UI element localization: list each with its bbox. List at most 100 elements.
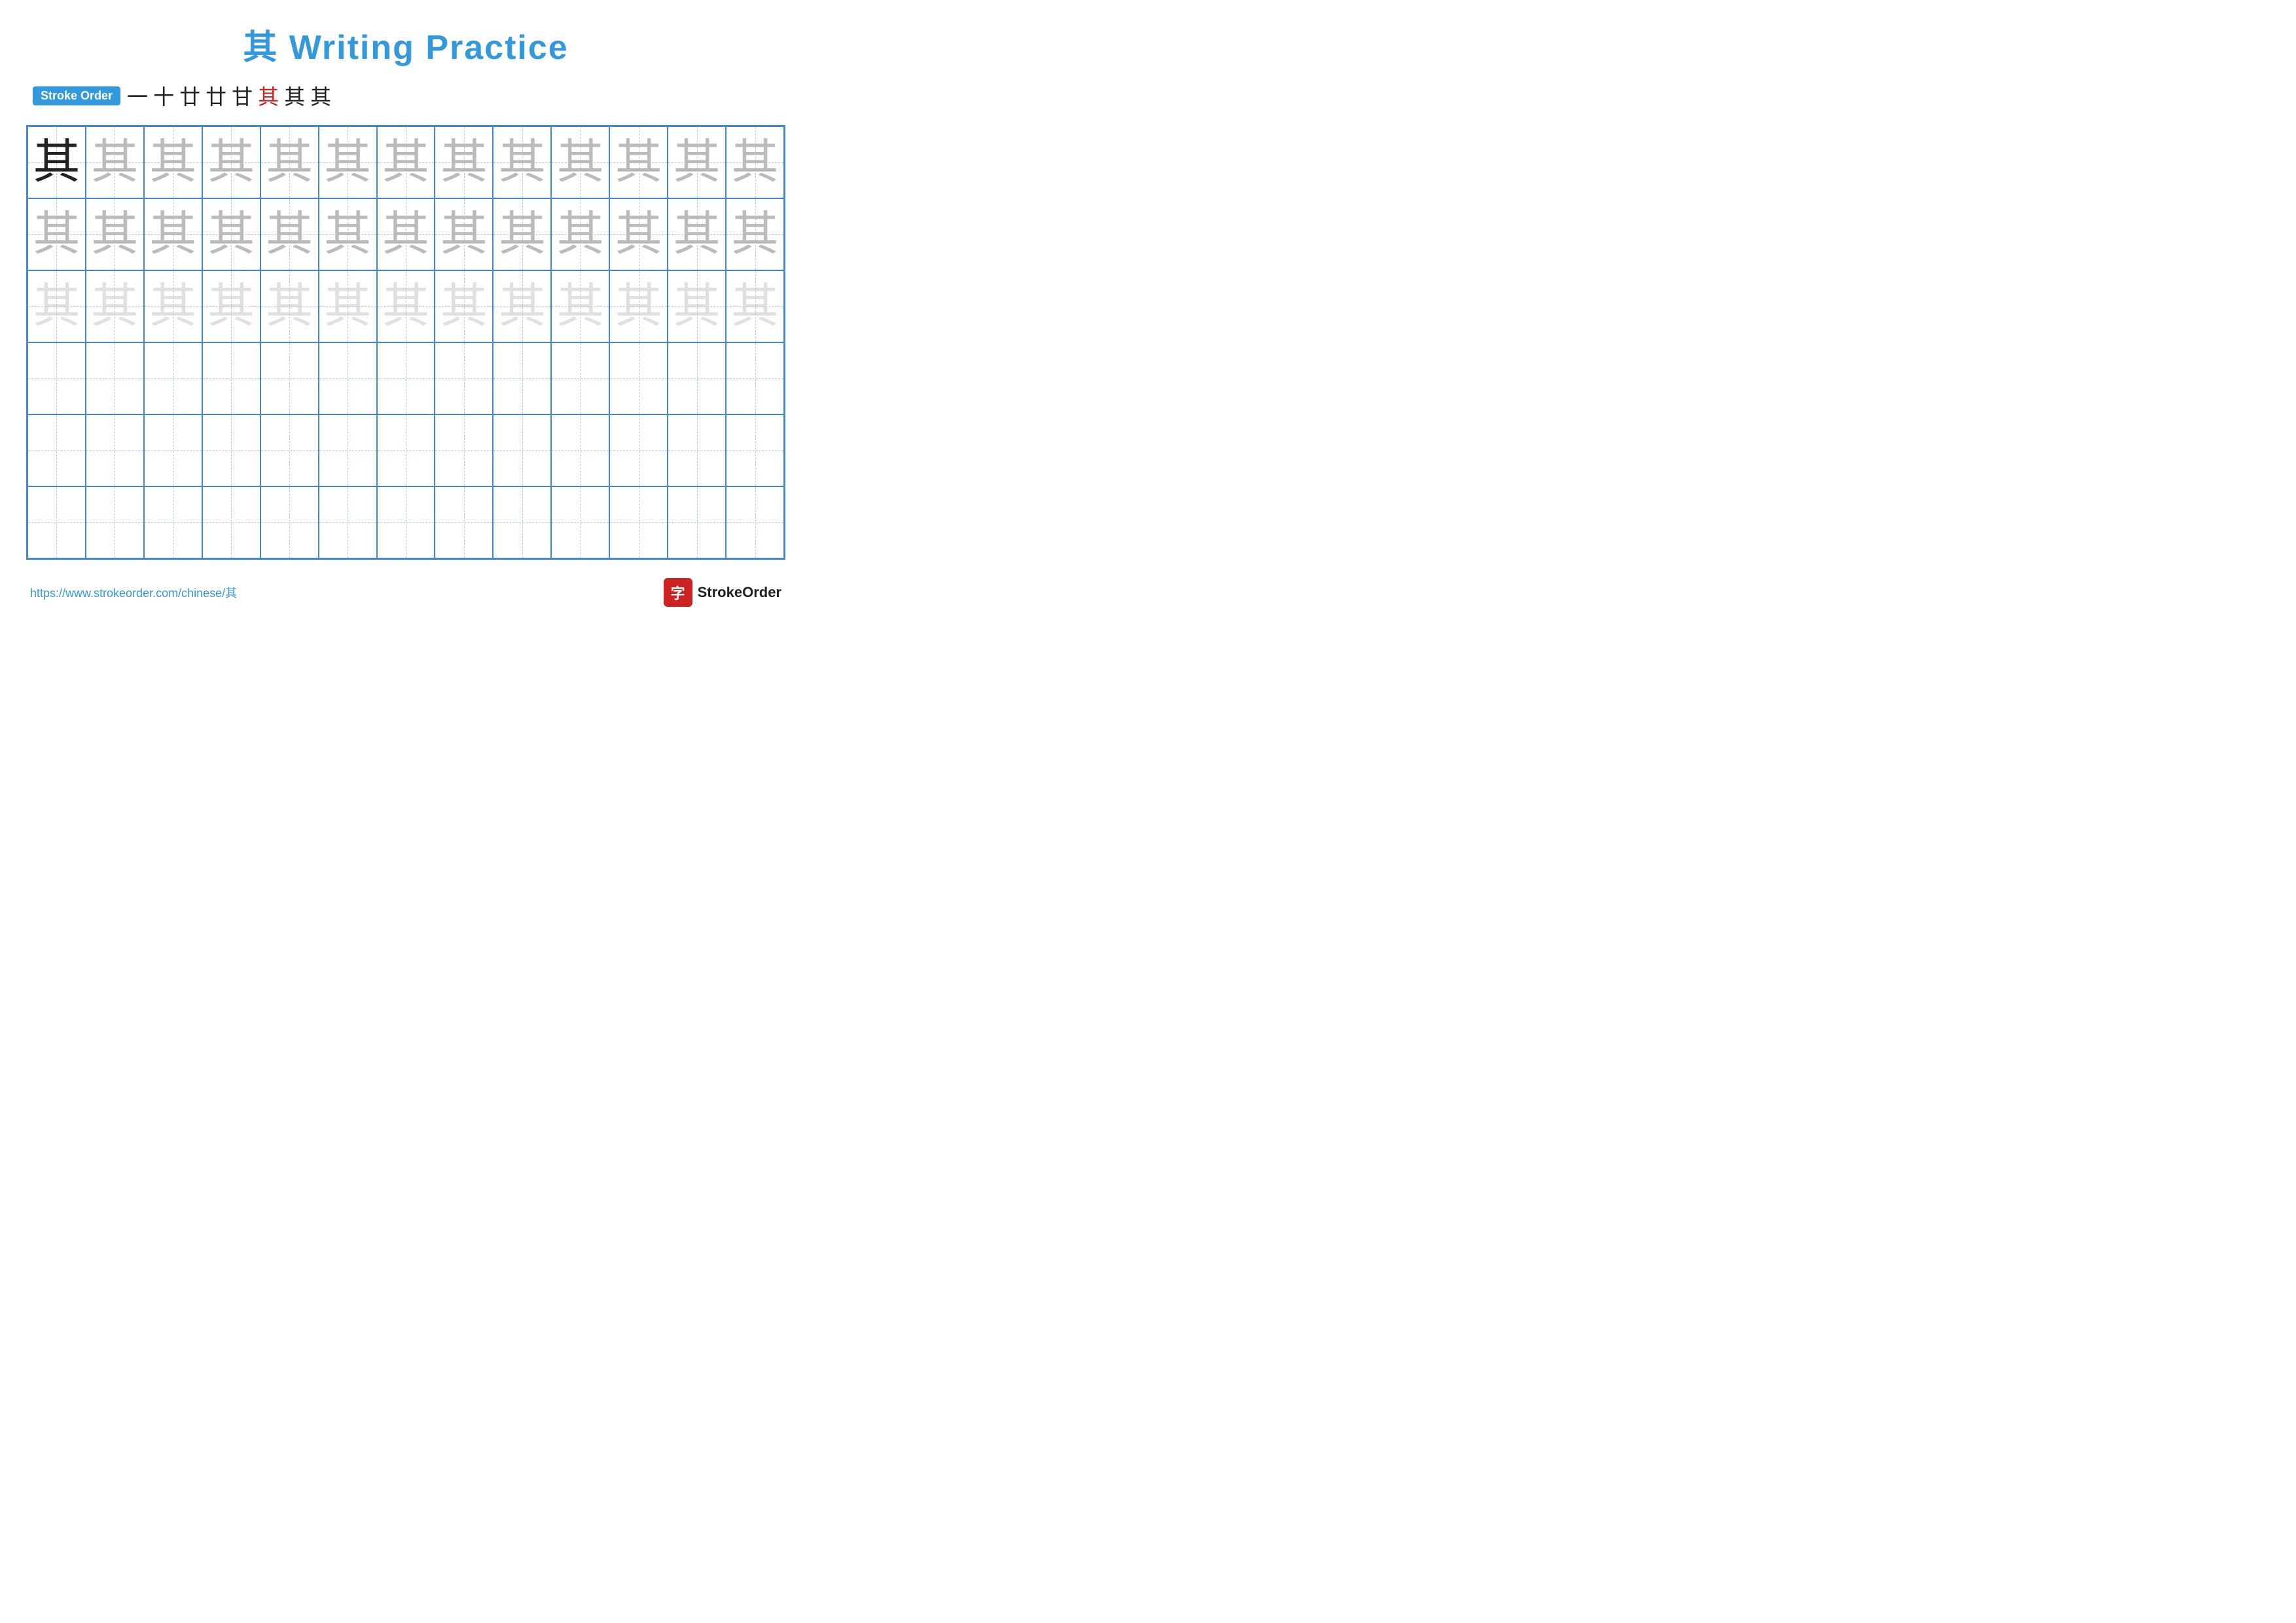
grid-cell-r5-c1[interactable] [27, 414, 86, 486]
grid-cell-r2-c13[interactable]: 其 [726, 198, 784, 270]
grid-cell-r5-c9[interactable] [493, 414, 551, 486]
grid-cell-r1-c9[interactable]: 其 [493, 126, 551, 198]
cell-char: 其 [499, 283, 546, 330]
grid-cell-r2-c7[interactable]: 其 [377, 198, 435, 270]
grid-cell-r6-c4[interactable] [202, 486, 260, 558]
cell-char: 其 [33, 139, 80, 186]
grid-cell-r2-c5[interactable]: 其 [260, 198, 319, 270]
grid-cell-r2-c9[interactable]: 其 [493, 198, 551, 270]
grid-cell-r3-c6[interactable]: 其 [319, 270, 377, 342]
stroke-order-badge: Stroke Order [33, 86, 120, 105]
grid-cell-r3-c3[interactable]: 其 [144, 270, 202, 342]
grid-cell-r4-c12[interactable] [668, 342, 726, 414]
grid-cell-r1-c6[interactable]: 其 [319, 126, 377, 198]
grid-cell-r3-c4[interactable]: 其 [202, 270, 260, 342]
stroke-seq-6: 其 [258, 81, 279, 111]
grid-cell-r2-c3[interactable]: 其 [144, 198, 202, 270]
grid-cell-r3-c9[interactable]: 其 [493, 270, 551, 342]
grid-cell-r6-c13[interactable] [726, 486, 784, 558]
grid-cell-r4-c5[interactable] [260, 342, 319, 414]
grid-cell-r6-c12[interactable] [668, 486, 726, 558]
grid-cell-r5-c4[interactable] [202, 414, 260, 486]
grid-cell-r4-c2[interactable] [86, 342, 144, 414]
grid-cell-r1-c11[interactable]: 其 [609, 126, 668, 198]
cell-char: 其 [266, 139, 313, 186]
grid-cell-r1-c13[interactable]: 其 [726, 126, 784, 198]
grid-cell-r3-c13[interactable]: 其 [726, 270, 784, 342]
grid-cell-r1-c10[interactable]: 其 [551, 126, 609, 198]
grid-cell-r5-c10[interactable] [551, 414, 609, 486]
grid-cell-r2-c12[interactable]: 其 [668, 198, 726, 270]
cell-char: 其 [33, 211, 80, 258]
grid-cell-r4-c3[interactable] [144, 342, 202, 414]
grid-cell-r1-c7[interactable]: 其 [377, 126, 435, 198]
cell-char: 其 [673, 283, 721, 330]
stroke-seq-4: 廿 [206, 81, 226, 111]
footer-url[interactable]: https://www.strokeorder.com/chinese/其 [30, 584, 237, 601]
grid-cell-r6-c6[interactable] [319, 486, 377, 558]
grid-cell-r5-c6[interactable] [319, 414, 377, 486]
grid-cell-r3-c5[interactable]: 其 [260, 270, 319, 342]
cell-char: 其 [382, 139, 429, 186]
grid-cell-r4-c4[interactable] [202, 342, 260, 414]
grid-cell-r5-c12[interactable] [668, 414, 726, 486]
cell-char: 其 [440, 211, 488, 258]
stroke-sequence: 一 十 廿 廿 甘 其 其 其 [127, 81, 331, 111]
grid-cell-r6-c10[interactable] [551, 486, 609, 558]
cell-char: 其 [673, 211, 721, 258]
cell-char: 其 [382, 211, 429, 258]
grid-cell-r4-c13[interactable] [726, 342, 784, 414]
grid-cell-r3-c7[interactable]: 其 [377, 270, 435, 342]
stroke-seq-2: 十 [153, 81, 174, 111]
grid-cell-r6-c1[interactable] [27, 486, 86, 558]
grid-cell-r2-c2[interactable]: 其 [86, 198, 144, 270]
grid-cell-r3-c11[interactable]: 其 [609, 270, 668, 342]
cell-char: 其 [207, 211, 255, 258]
grid-cell-r1-c4[interactable]: 其 [202, 126, 260, 198]
grid-cell-r6-c7[interactable] [377, 486, 435, 558]
grid-cell-r4-c7[interactable] [377, 342, 435, 414]
grid-cell-r2-c4[interactable]: 其 [202, 198, 260, 270]
grid-cell-r5-c3[interactable] [144, 414, 202, 486]
grid-cell-r4-c9[interactable] [493, 342, 551, 414]
stroke-seq-8: 其 [310, 81, 331, 111]
grid-cell-r5-c2[interactable] [86, 414, 144, 486]
grid-cell-r5-c11[interactable] [609, 414, 668, 486]
cell-char: 其 [557, 211, 604, 258]
stroke-seq-3: 廿 [179, 81, 200, 111]
grid-cell-r6-c3[interactable] [144, 486, 202, 558]
grid-cell-r3-c2[interactable]: 其 [86, 270, 144, 342]
grid-cell-r2-c1[interactable]: 其 [27, 198, 86, 270]
grid-cell-r3-c8[interactable]: 其 [435, 270, 493, 342]
grid-cell-r4-c6[interactable] [319, 342, 377, 414]
grid-cell-r1-c2[interactable]: 其 [86, 126, 144, 198]
grid-cell-r2-c10[interactable]: 其 [551, 198, 609, 270]
grid-cell-r4-c1[interactable] [27, 342, 86, 414]
grid-cell-r6-c8[interactable] [435, 486, 493, 558]
grid-cell-r3-c1[interactable]: 其 [27, 270, 86, 342]
grid-cell-r1-c5[interactable]: 其 [260, 126, 319, 198]
grid-cell-r6-c5[interactable] [260, 486, 319, 558]
footer-logo: 字 StrokeOrder [664, 578, 781, 607]
cell-char: 其 [33, 283, 80, 330]
grid-cell-r6-c2[interactable] [86, 486, 144, 558]
grid-cell-r5-c7[interactable] [377, 414, 435, 486]
grid-cell-r1-c8[interactable]: 其 [435, 126, 493, 198]
grid-cell-r1-c3[interactable]: 其 [144, 126, 202, 198]
grid-cell-r6-c9[interactable] [493, 486, 551, 558]
grid-cell-r5-c8[interactable] [435, 414, 493, 486]
grid-cell-r3-c12[interactable]: 其 [668, 270, 726, 342]
grid-cell-r1-c12[interactable]: 其 [668, 126, 726, 198]
grid-cell-r5-c13[interactable] [726, 414, 784, 486]
grid-cell-r2-c6[interactable]: 其 [319, 198, 377, 270]
grid-cell-r3-c10[interactable]: 其 [551, 270, 609, 342]
grid-cell-r1-c1[interactable]: 其 [27, 126, 86, 198]
grid-cell-r2-c11[interactable]: 其 [609, 198, 668, 270]
cell-char: 其 [615, 283, 662, 330]
grid-cell-r2-c8[interactable]: 其 [435, 198, 493, 270]
grid-cell-r4-c8[interactable] [435, 342, 493, 414]
grid-cell-r4-c10[interactable] [551, 342, 609, 414]
grid-cell-r5-c5[interactable] [260, 414, 319, 486]
grid-cell-r6-c11[interactable] [609, 486, 668, 558]
grid-cell-r4-c11[interactable] [609, 342, 668, 414]
